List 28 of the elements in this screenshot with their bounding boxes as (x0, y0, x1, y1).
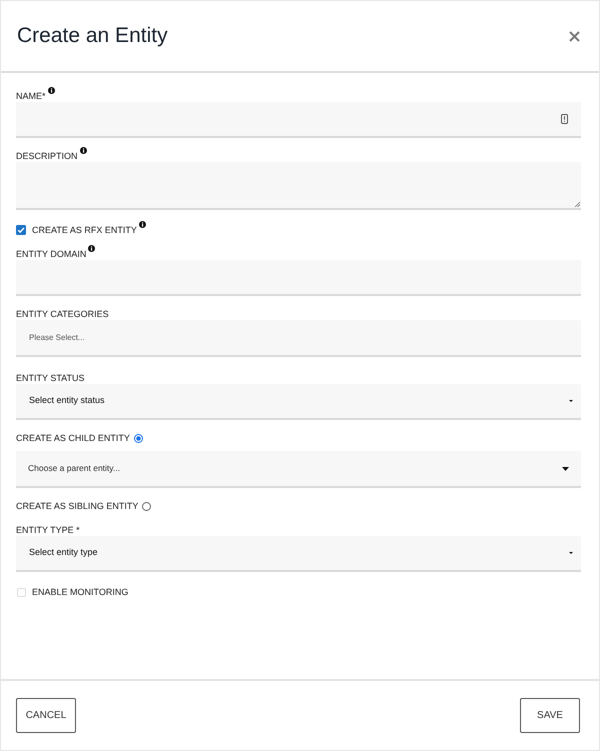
radio-button[interactable] (134, 434, 143, 442)
text-field[interactable] (16, 260, 581, 296)
save-button[interactable]: SAVE (520, 698, 580, 733)
select-field[interactable]: Select entity type (16, 536, 581, 572)
field-label: ENTITY CATEGORIES (16, 308, 109, 320)
dropdown-field[interactable]: Choose a parent entity... (16, 451, 581, 488)
radio-button[interactable] (142, 502, 152, 510)
field-label: ENTITY TYPE * (16, 524, 80, 536)
close-icon[interactable] (569, 30, 580, 42)
checkbox-label: ENABLE MONITORING (32, 586, 128, 598)
caret-icon (562, 466, 569, 470)
checkbox[interactable] (16, 225, 26, 235)
field-label: ENTITY STATUS (16, 372, 85, 384)
select-field[interactable]: Select entity status (16, 384, 581, 420)
multi-select-field[interactable]: Please Select... (16, 320, 581, 357)
dialog-title: Create an Entity (17, 23, 168, 50)
radio-label: CREATE AS CHILD ENTITY (16, 432, 130, 444)
field-label: DESCRIPTION (16, 150, 78, 162)
text-field[interactable] (16, 102, 581, 138)
cancel-button[interactable]: CANCEL (16, 698, 76, 733)
caret-icon (569, 400, 573, 402)
caret-icon (569, 552, 573, 554)
radio-label: CREATE AS SIBLING ENTITY (16, 500, 138, 512)
checkbox-label: CREATE AS RFX ENTITY (32, 224, 137, 236)
field-label: ENTITY DOMAIN (16, 248, 86, 260)
resize-grip-icon[interactable] (574, 201, 580, 207)
field-label: NAME* (16, 90, 46, 102)
textarea-field[interactable] (16, 162, 581, 210)
